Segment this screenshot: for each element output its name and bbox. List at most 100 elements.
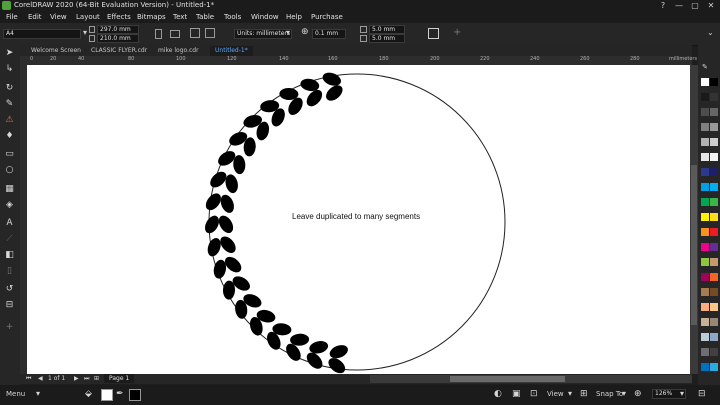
page-height-field[interactable]: 210.0 mm	[97, 34, 139, 43]
snap-icon[interactable]: ⊞	[580, 389, 588, 399]
duplicate-distance-y-field[interactable]: 5.0 mm	[369, 34, 405, 43]
outline-pen-icon[interactable]: ✒	[116, 389, 124, 399]
all-pages-button[interactable]	[190, 28, 200, 38]
palette-swatch[interactable]	[701, 78, 709, 86]
menu-table[interactable]: Table	[196, 13, 214, 21]
view-button[interactable]: View	[547, 390, 564, 398]
vertical-scrollbar[interactable]	[690, 65, 698, 374]
zoom-dropdown-icon[interactable]: ▾	[680, 389, 684, 398]
palette-swatch[interactable]	[701, 243, 709, 251]
rulers-icon[interactable]: ⊡	[530, 389, 538, 399]
add-tool-icon[interactable]: +	[3, 322, 16, 333]
palette-swatch[interactable]	[701, 108, 709, 116]
pattern-tool-icon[interactable]: ▦	[3, 184, 16, 195]
palette-swatch[interactable]	[710, 183, 718, 191]
fill-icon[interactable]: ⬙	[85, 389, 92, 399]
last-page-icon[interactable]: ⏭	[84, 375, 89, 383]
page-size-dropdown-icon[interactable]: ▾	[83, 28, 87, 37]
portrait-button[interactable]	[155, 29, 162, 39]
menu-edit[interactable]: Edit	[28, 13, 42, 21]
palette-swatch[interactable]	[710, 228, 718, 236]
fit-page-icon[interactable]: ⊟	[698, 389, 706, 399]
laurel-leaf[interactable]	[205, 236, 223, 258]
vertical-scroll-thumb[interactable]	[691, 165, 697, 325]
menu-tools[interactable]: Tools	[224, 13, 241, 21]
page-size-select[interactable]: A4	[3, 29, 81, 39]
view-mode-icon[interactable]: ◐	[494, 389, 502, 399]
horizontal-ruler[interactable]: 0 20 40 80 100 120 140 160 180 200 220 2…	[27, 56, 697, 65]
menu-file[interactable]: File	[6, 13, 18, 21]
horizontal-scrollbar[interactable]	[370, 375, 692, 383]
laurel-leaf[interactable]	[202, 213, 222, 235]
palette-swatch[interactable]	[701, 363, 709, 371]
palette-swatch[interactable]	[710, 78, 718, 86]
maximize-button[interactable]: ▢	[687, 0, 703, 11]
palette-swatch[interactable]	[710, 318, 718, 326]
palette-swatch[interactable]	[710, 93, 718, 101]
palette-swatch[interactable]	[710, 348, 718, 356]
palette-swatch[interactable]	[701, 153, 709, 161]
palette-swatch[interactable]	[710, 333, 718, 341]
next-page-icon[interactable]: ▶	[74, 375, 79, 382]
nudge-distance-field[interactable]: 0.1 mm	[312, 29, 346, 39]
menu-dropdown-icon[interactable]: ▾	[36, 389, 40, 398]
laurel-leaves[interactable]	[202, 70, 350, 374]
menu-text[interactable]: Text	[173, 13, 187, 21]
palette-swatch[interactable]	[710, 123, 718, 131]
landscape-button[interactable]	[170, 30, 180, 38]
palette-swatch[interactable]	[710, 258, 718, 266]
menu-help[interactable]: Help	[286, 13, 302, 21]
palette-swatch[interactable]	[701, 258, 709, 266]
palette-swatch[interactable]	[710, 273, 718, 281]
artistic-media-icon[interactable]: ⚠	[3, 115, 16, 126]
property-bar-options-icon[interactable]: ⌄	[707, 28, 714, 37]
palette-swatch[interactable]	[701, 288, 709, 296]
freehand-tool-icon[interactable]: ✎	[3, 99, 16, 110]
palette-swatch[interactable]	[710, 198, 718, 206]
menu-view[interactable]: View	[50, 13, 67, 21]
fill-tool-icon[interactable]: ◈	[3, 200, 16, 211]
palette-swatch[interactable]	[710, 243, 718, 251]
palette-swatch[interactable]	[701, 93, 709, 101]
parallel-dimension-icon[interactable]: ⟋	[3, 234, 16, 245]
laurel-leaf[interactable]	[218, 193, 236, 215]
page-width-field[interactable]: 297.0 mm	[97, 25, 139, 34]
palette-swatch[interactable]	[701, 183, 709, 191]
palette-swatch[interactable]	[710, 138, 718, 146]
page-tab[interactable]: Page 1	[104, 374, 135, 383]
add-page-icon[interactable]: ⊞	[94, 375, 99, 382]
palette-swatch[interactable]	[701, 228, 709, 236]
palette-swatch[interactable]	[701, 138, 709, 146]
tab-classic-flyer[interactable]: CLASSIC FLYER.cdr	[86, 46, 152, 56]
palette-swatch[interactable]	[701, 198, 709, 206]
palette-swatch[interactable]	[701, 273, 709, 281]
tab-welcome-screen[interactable]: Welcome Screen	[26, 46, 86, 56]
prev-page-icon[interactable]: ◀	[38, 375, 43, 382]
connector-tool-icon[interactable]: ◧	[3, 250, 16, 261]
palette-swatch[interactable]	[710, 108, 718, 116]
palette-swatch[interactable]	[710, 363, 718, 371]
laurel-leaf[interactable]	[321, 70, 343, 88]
pick-tool-icon[interactable]: ➤	[3, 48, 16, 59]
drawing-canvas[interactable]: Leave duplicated to many segments	[27, 65, 692, 374]
outline-color-swatch[interactable]	[129, 389, 141, 401]
duplicate-distance-x-field[interactable]: 5.0 mm	[369, 25, 405, 34]
text-tool-icon[interactable]: A	[3, 218, 16, 229]
snap-dropdown-icon[interactable]: ▾	[622, 389, 626, 398]
units-dropdown-icon[interactable]: ▾	[286, 28, 290, 37]
pixel-view-icon[interactable]: ▣	[512, 389, 521, 399]
palette-swatch[interactable]	[710, 303, 718, 311]
minimize-button[interactable]: —	[671, 0, 687, 11]
crop-tool-icon[interactable]: ↻	[3, 83, 16, 94]
palette-swatch[interactable]	[701, 348, 709, 356]
close-button[interactable]: ✕	[703, 0, 719, 11]
horizontal-scroll-thumb[interactable]	[450, 376, 565, 382]
current-page-button[interactable]	[205, 28, 215, 38]
palette-swatch[interactable]	[701, 333, 709, 341]
laurel-leaf[interactable]	[328, 343, 350, 361]
laurel-leaf[interactable]	[216, 213, 236, 235]
palette-swatch[interactable]	[701, 213, 709, 221]
palette-swatch[interactable]	[701, 168, 709, 176]
zoom-icon[interactable]: ⊕	[634, 389, 642, 399]
palette-menu-icon[interactable]: ✎	[702, 63, 708, 71]
